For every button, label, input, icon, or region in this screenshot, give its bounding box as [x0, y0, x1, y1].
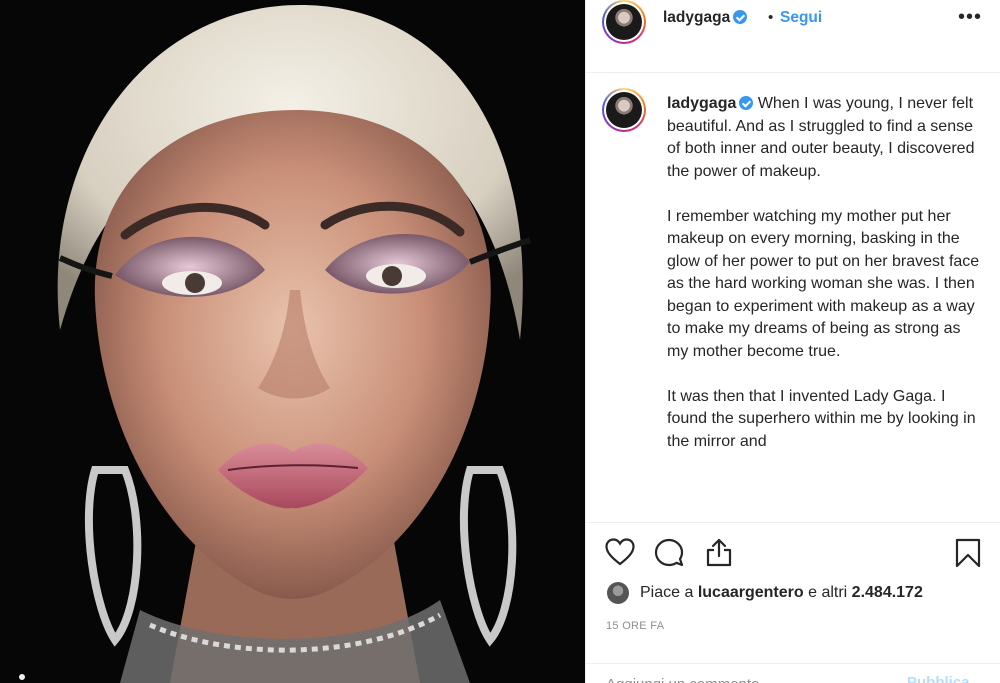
portrait-image: [0, 0, 585, 683]
verified-badge-icon: [733, 10, 748, 24]
caption-paragraph: ladygaga When I was young, I never felt …: [667, 95, 975, 180]
caption-username[interactable]: ladygaga: [667, 95, 754, 112]
comment-input[interactable]: [606, 672, 896, 683]
post-header: ladygaga • Segui •••: [586, 0, 1000, 73]
bookmark-icon[interactable]: [955, 538, 981, 568]
author-username[interactable]: ladygaga: [663, 9, 748, 27]
liker-username[interactable]: lucaargentero: [698, 584, 804, 601]
post-photo[interactable]: [0, 0, 585, 683]
post-actions: Piace a lucaargentero e altri 2.484.172 …: [586, 522, 1000, 683]
post-caption: ladygaga When I was young, I never felt …: [667, 93, 985, 476]
publish-button[interactable]: Pubblica: [907, 674, 970, 683]
carousel-indicator: [19, 674, 25, 680]
likes-text: Piace a lucaargentero e altri 2.484.172: [640, 584, 923, 601]
post-side-panel: ladygaga • Segui ••• ladygaga When I was…: [585, 0, 1000, 683]
share-icon[interactable]: [705, 537, 733, 567]
verified-badge-icon: [739, 96, 754, 110]
header-separator: •: [768, 9, 774, 26]
caption-scroll-area[interactable]: ladygaga When I was young, I never felt …: [586, 74, 1000, 522]
like-heart-icon[interactable]: [605, 538, 635, 566]
author-avatar[interactable]: [602, 0, 646, 44]
follow-button[interactable]: Segui: [780, 9, 822, 27]
liker-avatar[interactable]: [607, 582, 629, 604]
more-options-icon[interactable]: •••: [958, 7, 982, 27]
likes-count[interactable]: 2.484.172: [852, 584, 923, 601]
comment-bar: Pubblica: [586, 663, 1000, 683]
post-timestamp[interactable]: 15 ORE FA: [606, 620, 664, 632]
comment-bubble-icon[interactable]: [654, 538, 684, 568]
caption-paragraph: It was then that I invented Lady Gaga. I…: [667, 387, 976, 450]
caption-paragraph: I remember watching my mother put her ma…: [667, 207, 980, 360]
caption-author-avatar[interactable]: [602, 88, 646, 132]
